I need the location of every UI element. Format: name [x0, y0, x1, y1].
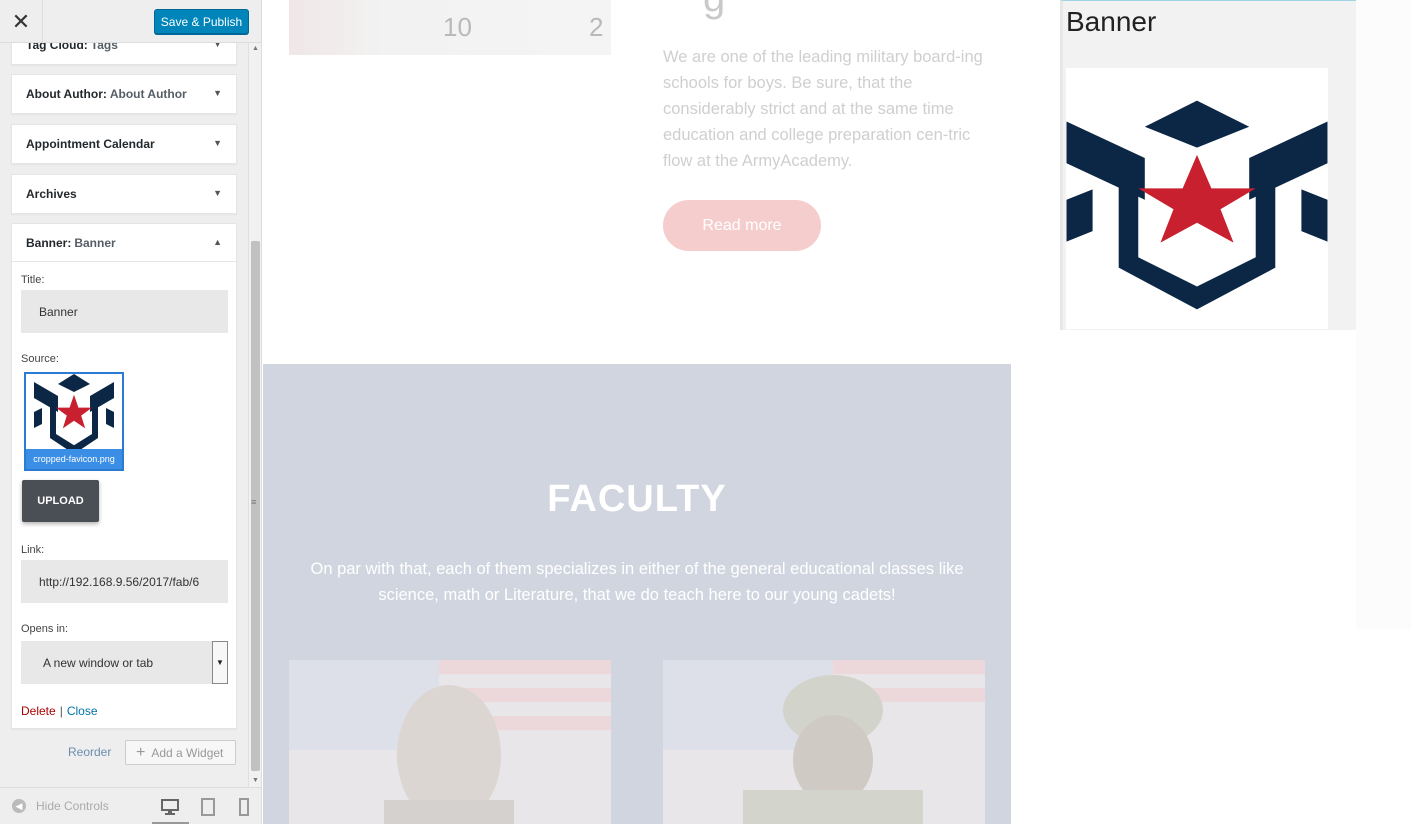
preview-margin: [1356, 0, 1411, 630]
widget-about-author[interactable]: About Author: About Author ▼: [11, 74, 237, 114]
plus-icon: +: [136, 743, 146, 761]
widget-title: About Author:: [26, 87, 107, 101]
faculty-photo: [289, 660, 611, 824]
sidebar-scrollbar[interactable]: ▲ ≡ ▼: [248, 43, 261, 787]
close-link[interactable]: Close: [67, 704, 98, 718]
widget-subtitle: About Author: [109, 87, 187, 101]
save-publish-button[interactable]: Save & Publish: [154, 9, 249, 34]
close-icon[interactable]: ✕: [0, 0, 43, 43]
collapse-arrow-icon[interactable]: ▲: [213, 237, 222, 247]
title-input[interactable]: Banner: [21, 290, 228, 333]
widget-header[interactable]: Banner: Banner ▲: [12, 224, 236, 262]
tablet-icon[interactable]: [198, 798, 218, 816]
widget-actions: Delete | Close: [21, 704, 98, 718]
title-label: Title:: [21, 274, 45, 286]
expand-arrow-icon[interactable]: ▼: [213, 138, 222, 148]
widget-archives[interactable]: Archives ▼: [11, 174, 237, 214]
hero-image: 10 2: [289, 0, 611, 55]
desktop-icon[interactable]: [160, 798, 180, 816]
faculty-title: FACULTY: [547, 478, 727, 520]
actions-separator: |: [59, 704, 63, 718]
reorder-link[interactable]: Reorder: [68, 745, 111, 759]
arrow-left-circle-icon: ◀: [12, 799, 26, 813]
delete-link[interactable]: Delete: [21, 704, 56, 718]
customizer-sidebar: ✕ Save & Publish Tag Cloud: Tags ▼ About…: [0, 0, 262, 824]
faculty-description: On par with that, each of them specializ…: [310, 560, 964, 604]
read-more-button[interactable]: Read more: [663, 200, 821, 251]
intro-paragraph: We are one of the leading military board…: [663, 48, 983, 170]
customizer-footer: ◀ Hide Controls: [0, 787, 261, 824]
widget-banner: Banner: Banner ▲ Title: Banner Source: c…: [11, 223, 237, 729]
banner-title: Banner: [1066, 6, 1157, 37]
mobile-icon[interactable]: [234, 798, 254, 816]
banner-image[interactable]: [1066, 68, 1328, 329]
academy-logo-icon: [1066, 100, 1328, 310]
flag-portrait-image: [289, 660, 611, 824]
widget-appointment-calendar[interactable]: Appointment Calendar ▼: [11, 124, 237, 164]
faculty-photo: [663, 660, 985, 824]
opens-in-label: Opens in:: [21, 623, 69, 635]
site-preview: 10 2 g We are one of the leading militar…: [263, 0, 1411, 824]
section-heading-fragment: g: [703, 0, 725, 21]
dropdown-arrow-icon[interactable]: ▼: [212, 641, 228, 684]
widget-header[interactable]: Archives ▼: [12, 175, 236, 213]
add-widget-label: Add a Widget: [151, 745, 224, 760]
hide-controls-label: Hide Controls: [36, 799, 109, 813]
scroll-down-arrow-icon[interactable]: ▼: [252, 777, 259, 784]
flag-portrait-image: [663, 660, 985, 824]
widget-header[interactable]: Appointment Calendar ▼: [12, 125, 236, 163]
source-label: Source:: [21, 353, 59, 365]
clock-number: 2: [589, 12, 604, 42]
faculty-section: FACULTY On par with that, each of them s…: [263, 364, 1011, 824]
add-widget-button[interactable]: + Add a Widget: [125, 740, 236, 765]
academy-logo-icon: [34, 374, 114, 454]
scroll-up-arrow-icon[interactable]: ▲: [252, 45, 259, 52]
widget-title: Banner:: [26, 235, 72, 250]
scroll-grip-icon: ≡: [251, 497, 257, 507]
opens-in-value: A new window or tab: [43, 655, 154, 670]
source-image-thumbnail[interactable]: cropped-favicon.png: [24, 372, 124, 471]
customizer-header: ✕ Save & Publish: [0, 0, 261, 43]
opens-in-select[interactable]: A new window or tab ▼: [21, 641, 228, 684]
widget-title: Archives: [26, 187, 77, 201]
link-input[interactable]: http://192.168.9.56/2017/fab/6: [21, 560, 228, 603]
widget-title: Appointment Calendar: [26, 137, 155, 151]
expand-arrow-icon[interactable]: ▼: [213, 188, 222, 198]
widget-header[interactable]: About Author: About Author ▼: [12, 75, 236, 113]
upload-button[interactable]: UPLOAD: [22, 480, 99, 522]
hide-controls-button[interactable]: ◀ Hide Controls: [12, 799, 109, 813]
banner-widget-preview: Banner: [1060, 0, 1356, 330]
widget-subtitle: Banner: [74, 235, 116, 250]
link-label: Link:: [21, 544, 45, 556]
expand-arrow-icon[interactable]: ▼: [213, 88, 222, 98]
source-filename: cropped-favicon.png: [26, 449, 122, 469]
clock-number: 10: [443, 12, 472, 42]
